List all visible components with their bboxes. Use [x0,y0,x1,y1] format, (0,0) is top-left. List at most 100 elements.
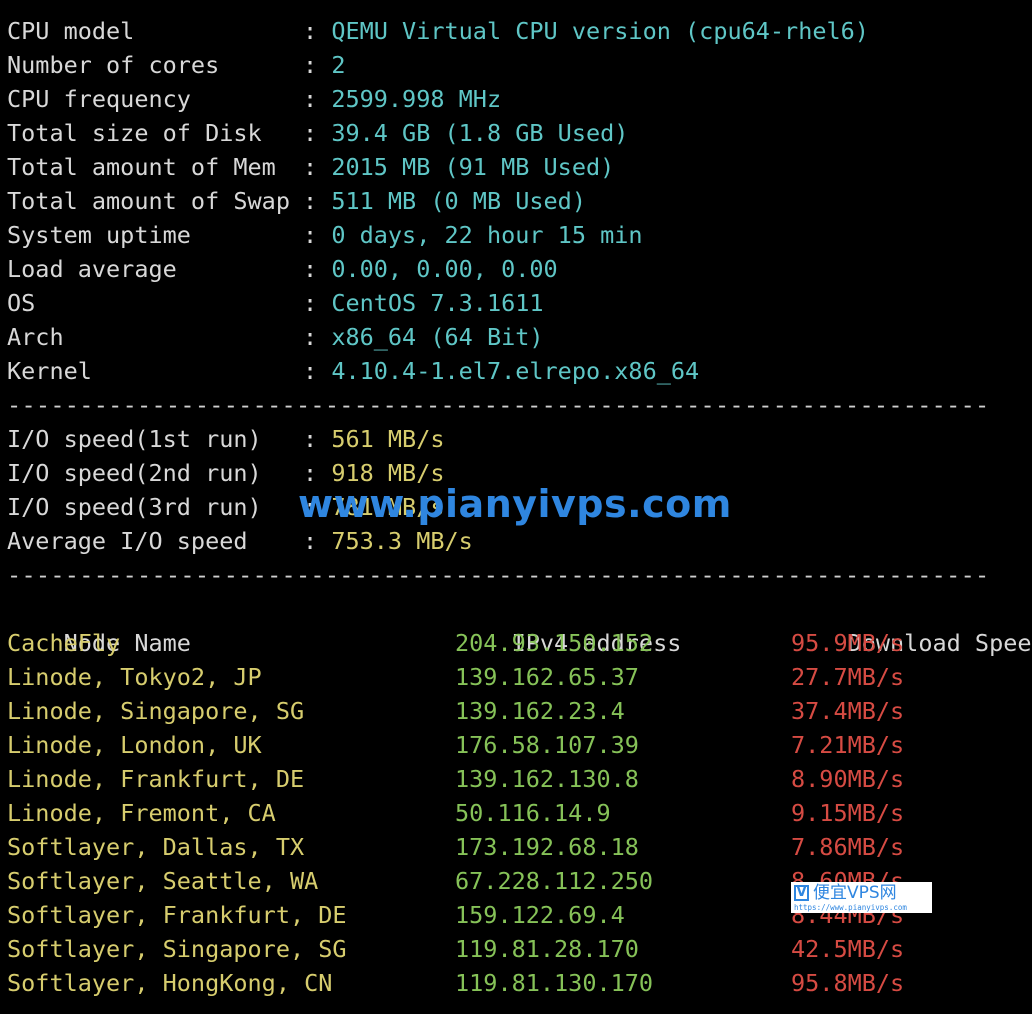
io-speed-row: Average I/O speed: 753.3 MB/s [7,524,1032,558]
system-info-row: CPU model: QEMU Virtual CPU version (cpu… [7,14,1032,48]
table-row: Softlayer, HongKong, CN 119.81.130.170 95.… [7,966,1032,1000]
info-value: 511 MB (0 MB Used) [331,187,586,215]
node-name: Linode, Singapore, SG [7,697,305,725]
info-value: 561 MB/s [331,425,445,453]
separator: : [303,153,318,181]
download-speed: 95.9MB/s [791,629,905,657]
node-name: Softlayer, Frankfurt, DE [7,901,347,929]
watermark-text: www.pianyivps.com [298,482,732,526]
ipv4-address: 119.81.130.170 [455,969,654,997]
download-speed: 37.4MB/s [791,697,905,725]
node-name: Softlayer, Singapore, SG [7,935,347,963]
separator: : [303,51,318,79]
info-value: 2599.998 MHz [331,85,502,113]
ipv4-address: 204.93.150.152 [455,629,654,657]
download-speed: 27.7MB/s [791,663,905,691]
system-info-row: Total size of Disk: 39.4 GB (1.8 GB Used… [7,116,1032,150]
separator: : [303,527,318,555]
system-info-row: CPU frequency: 2599.998 MHz [7,82,1032,116]
divider: ----------------------------------------… [7,561,987,589]
info-value: 2 [331,51,346,79]
system-info-row: Arch: x86_64 (64 Bit) [7,320,1032,354]
info-label: System uptime [7,221,191,249]
download-speed: 95.8MB/s [791,969,905,997]
info-value: 0 days, 22 hour 15 min [331,221,643,249]
info-label: CPU model [7,17,135,45]
info-label: OS [7,289,36,317]
separator: : [303,17,318,45]
info-label: CPU frequency [7,85,191,113]
system-info-row: System uptime: 0 days, 22 hour 15 min [7,218,1032,252]
table-row: Linode, Frankfurt, DE 139.162.130.8 8.90MB… [7,762,1032,796]
download-speed: 7.86MB/s [791,833,905,861]
table-row: Linode, London, UK 176.58.107.39 7.21MB/s [7,728,1032,762]
info-value: 2015 MB (91 MB Used) [331,153,615,181]
separator: : [303,289,318,317]
node-name: CacheFly [7,629,121,657]
separator: : [303,357,318,385]
ipv4-address: 159.122.69.4 [455,901,625,929]
system-info-row: Load average: 0.00, 0.00, 0.00 [7,252,1032,286]
info-value: CentOS 7.3.1611 [331,289,544,317]
system-info-section: CPU model: QEMU Virtual CPU version (cpu… [7,14,1032,388]
info-value: 0.00, 0.00, 0.00 [331,255,558,283]
separator: : [303,221,318,249]
info-label: Number of cores [7,51,220,79]
node-name: Softlayer, Dallas, TX [7,833,305,861]
download-speed: 7.21MB/s [791,731,905,759]
io-speed-row: I/O speed(1st run): 561 MB/s [7,422,1032,456]
ipv4-address: 139.162.23.4 [455,697,625,725]
node-name: Softlayer, Seattle, WA [7,867,319,895]
speed-table-header: Node Name IPv4 address Download Speed [7,592,1032,657]
system-info-row: Kernel: 4.10.4-1.el7.elrepo.x86_64 [7,354,1032,388]
ipv4-address: 50.116.14.9 [455,799,611,827]
info-label: I/O speed(3rd run) [7,493,262,521]
info-value: QEMU Virtual CPU version (cpu64-rhel6) [331,17,869,45]
separator: : [303,187,318,215]
download-speed: 42.5MB/s [791,935,905,963]
system-info-row: Total amount of Mem: 2015 MB (91 MB Used… [7,150,1032,184]
node-name: Linode, Fremont, CA [7,799,276,827]
separator: : [303,323,318,351]
ipv4-address: 119.81.28.170 [455,935,639,963]
table-row: Linode, Singapore, SG 139.162.23.4 37.4MB/… [7,694,1032,728]
watermark-badge-title: 便宜VPS网 [813,883,897,903]
table-row: Linode, Fremont, CA 50.116.14.9 9.15MB/s [7,796,1032,830]
node-name: Softlayer, HongKong, CN [7,969,333,997]
separator: : [303,85,318,113]
info-label: Total size of Disk [7,119,262,147]
ipv4-address: 173.192.68.18 [455,833,639,861]
node-name: Linode, Tokyo2, JP [7,663,262,691]
ipv4-address: 139.162.65.37 [455,663,639,691]
table-row: Softlayer, Singapore, SG 119.81.28.170 42.… [7,932,1032,966]
info-label: I/O speed(1st run) [7,425,262,453]
node-name: Linode, London, UK [7,731,262,759]
info-label: Arch [7,323,64,351]
info-label: Load average [7,255,177,283]
ipv4-address: 67.228.112.250 [455,867,654,895]
ipv4-address: 139.162.130.8 [455,765,639,793]
info-label: I/O speed(2nd run) [7,459,262,487]
info-label: Kernel [7,357,92,385]
watermark-badge-url: https://www.pianyivps.com [794,903,907,912]
info-value: 753.3 MB/s [331,527,473,555]
download-speed: 9.15MB/s [791,799,905,827]
download-speed: 8.90MB/s [791,765,905,793]
separator: : [303,425,318,453]
table-row: Linode, Tokyo2, JP 139.162.65.37 27.7MB/s [7,660,1032,694]
system-info-row: Number of cores: 2 [7,48,1032,82]
divider: ----------------------------------------… [7,391,987,419]
v-logo-icon: V [794,885,809,901]
table-row: Softlayer, Dallas, TX 173.192.68.18 7.86MB… [7,830,1032,864]
info-label: Total amount of Swap [7,187,290,215]
separator: : [303,119,318,147]
info-value: 4.10.4-1.el7.elrepo.x86_64 [331,357,700,385]
info-label: Average I/O speed [7,527,248,555]
info-value: 39.4 GB (1.8 GB Used) [331,119,629,147]
info-value: x86_64 (64 Bit) [331,323,544,351]
node-name: Linode, Frankfurt, DE [7,765,305,793]
speed-table-body: CacheFly 204.93.150.152 95.9MB/s Linode, To… [7,626,1032,1000]
ipv4-address: 176.58.107.39 [455,731,639,759]
system-info-row: Total amount of Swap: 511 MB (0 MB Used) [7,184,1032,218]
table-row: CacheFly 204.93.150.152 95.9MB/s [7,626,1032,660]
